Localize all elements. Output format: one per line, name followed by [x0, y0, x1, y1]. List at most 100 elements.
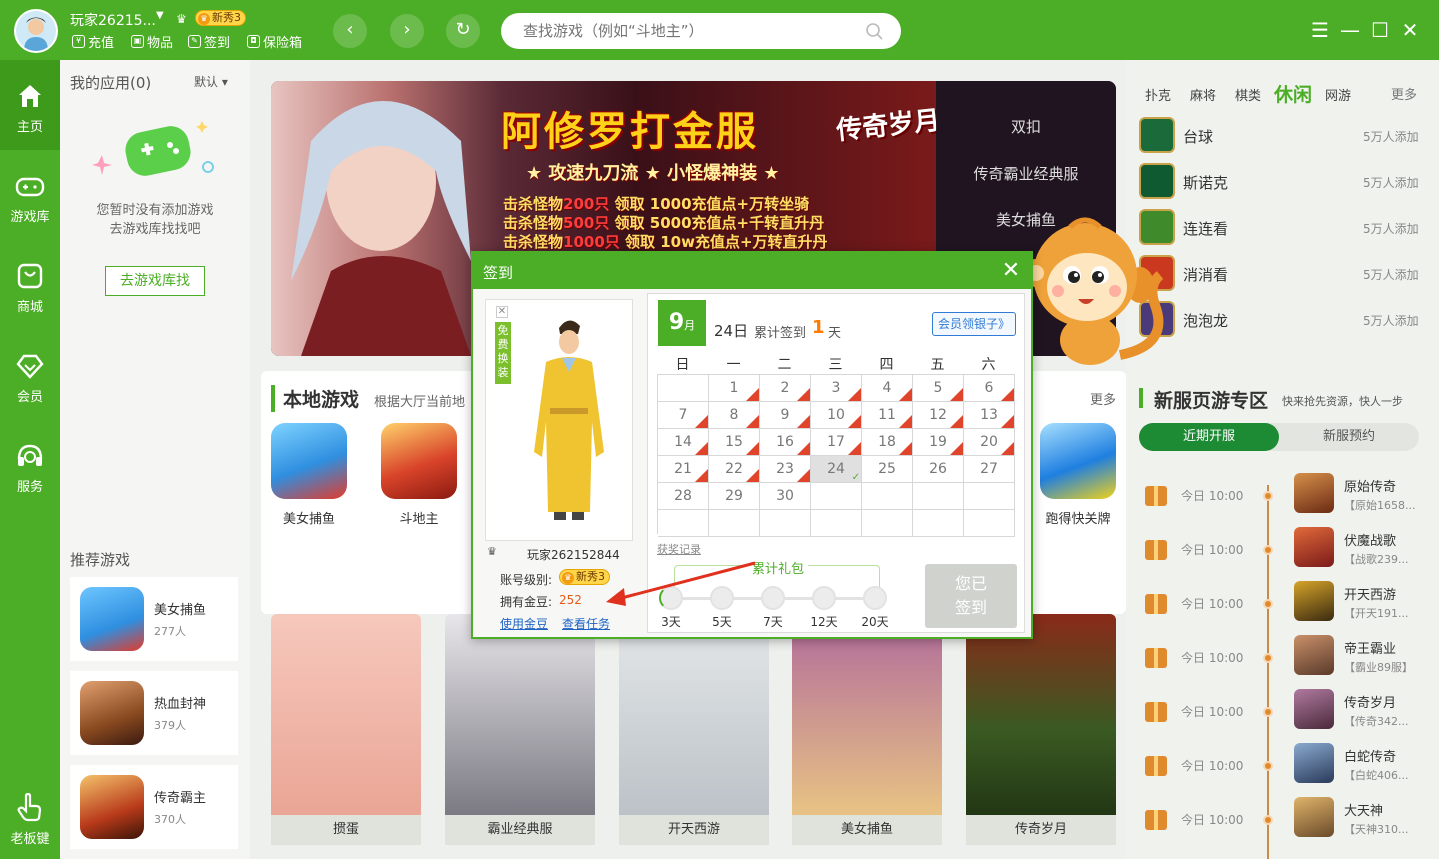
game-name[interactable]: 泡泡龙 — [1183, 310, 1228, 331]
member-silver-button[interactable]: 会员领银子》 — [932, 312, 1016, 336]
category-tab-casual[interactable]: 休闲 — [1274, 80, 1312, 107]
server-row[interactable]: 今日 10:00 开天西游 【开天191... — [1126, 575, 1439, 629]
rec-game-card[interactable]: 传奇霸主 370人 — [70, 765, 238, 849]
banner-list-item[interactable]: 双扣 — [936, 116, 1116, 137]
calendar-day: 26 — [913, 456, 964, 483]
server-row[interactable]: 今日 10:00 帝王霸业 【霸业89服】 — [1126, 629, 1439, 683]
free-outfit-tag[interactable]: 免费换装 — [495, 322, 511, 384]
banner-list-item[interactable]: 传奇霸业经典服 — [936, 163, 1116, 184]
calendar-day[interactable]: 15 — [709, 429, 760, 456]
game-card[interactable]: 掼蛋 — [271, 614, 421, 845]
calendar-day[interactable]: 21 — [658, 456, 709, 483]
sidebar-item-home[interactable]: 主页 — [0, 60, 60, 150]
items-link[interactable]: ▣ 物品 — [131, 32, 173, 51]
server-row[interactable]: 今日 10:00 伏魔战歌 【战歌239... — [1126, 521, 1439, 575]
close-icon[interactable]: ✕ — [1398, 18, 1422, 42]
maximize-icon[interactable]: ☐ — [1368, 18, 1392, 42]
calendar-day[interactable]: 1 — [709, 375, 760, 402]
calendar-day[interactable]: 12 — [913, 402, 964, 429]
gift-icon — [1145, 810, 1167, 830]
use-beans-link[interactable]: 使用金豆 — [500, 615, 548, 632]
beans-label: 拥有金豆: — [500, 595, 553, 609]
sidebar-item-member[interactable]: 会员 — [0, 330, 60, 420]
game-card[interactable]: 霸业经典服 — [445, 614, 595, 845]
sort-dropdown[interactable]: 默认 ▾ — [194, 73, 228, 90]
game-name[interactable]: 台球 — [1183, 126, 1213, 147]
checkin-link[interactable]: ✎ 签到 — [188, 32, 230, 51]
boss-key-button[interactable]: 老板键 — [0, 770, 60, 859]
calendar-day[interactable]: 17 — [811, 429, 862, 456]
calendar-day[interactable]: 23 — [760, 456, 811, 483]
local-game-icon[interactable] — [271, 423, 347, 499]
category-tab-poker[interactable]: 扑克 — [1145, 85, 1171, 104]
banner-line: 击杀怪物200只 领取 1000充值点+万转坐骑 — [503, 193, 809, 214]
view-tasks-link[interactable]: 查看任务 — [562, 615, 610, 632]
calendar-day[interactable]: 3 — [811, 375, 862, 402]
game-name[interactable]: 消消看 — [1183, 264, 1228, 285]
recharge-link[interactable]: ¥ 充值 — [72, 32, 114, 51]
server-row[interactable]: 今日 10:00 白蛇传奇 【白蛇406... — [1126, 737, 1439, 791]
username-dropdown-icon[interactable]: ▼ — [156, 10, 164, 21]
calendar-day[interactable]: 11 — [862, 402, 913, 429]
game-icon[interactable] — [1139, 163, 1175, 199]
game-name[interactable]: 斯诺克 — [1183, 172, 1228, 193]
calendar-day[interactable]: 8 — [709, 402, 760, 429]
server-row[interactable]: 今日 10:00 传奇岁月 【传奇342... — [1126, 683, 1439, 737]
tab-recent-servers[interactable]: 近期开服 — [1139, 423, 1279, 451]
rec-game-card[interactable]: 热血封神 379人 — [70, 671, 238, 755]
accumulated-unit: 天 — [828, 326, 842, 341]
calendar-day[interactable]: 7 — [658, 402, 709, 429]
calendar-day[interactable]: 9 — [760, 402, 811, 429]
server-row[interactable]: 今日 10:00 原始传奇 【原始1658... — [1126, 467, 1439, 521]
local-game-icon[interactable] — [381, 423, 457, 499]
minimize-icon[interactable]: — — [1338, 18, 1362, 42]
sidebar-item-service[interactable]: 服务 — [0, 420, 60, 510]
server-row[interactable]: 今日 10:00 大天神 【天神310... — [1126, 791, 1439, 845]
calendar-day[interactable]: 6 — [964, 375, 1015, 402]
goto-library-button[interactable]: 去游戏库找 — [105, 266, 205, 296]
sidebar-item-library[interactable]: 游戏库 — [0, 150, 60, 240]
search-input[interactable] — [523, 13, 853, 49]
refresh-button[interactable]: ↻ — [446, 14, 480, 48]
forward-button[interactable]: › — [390, 14, 424, 48]
signed-in-button[interactable]: 您已 签到 — [925, 564, 1017, 628]
calendar-empty-cell — [811, 510, 862, 537]
game-card[interactable]: 美女捕鱼 — [792, 614, 942, 845]
calendar-day[interactable]: 2 — [760, 375, 811, 402]
rec-game-card[interactable]: 美女捕鱼 277人 — [70, 577, 238, 661]
calendar-day[interactable]: 4 — [862, 375, 913, 402]
calendar-day[interactable]: 13 — [964, 402, 1015, 429]
calendar-day[interactable]: 22 — [709, 456, 760, 483]
game-icon[interactable] — [1139, 117, 1175, 153]
game-card[interactable]: 传奇岁月 — [966, 614, 1116, 845]
calendar-day[interactable]: 16 — [760, 429, 811, 456]
back-button[interactable]: ‹ — [333, 14, 367, 48]
category-tab-mahjong[interactable]: 麻将 — [1190, 85, 1216, 104]
menu-icon[interactable]: ☰ — [1308, 18, 1332, 42]
tab-reserve-servers[interactable]: 新服预约 — [1279, 423, 1419, 451]
dialog-close-icon[interactable]: ✕ — [999, 258, 1023, 283]
search-icon[interactable] — [865, 22, 883, 40]
gift-milestone-icon[interactable] — [812, 586, 836, 610]
calendar-day[interactable]: 18 — [862, 429, 913, 456]
tag-close-icon[interactable]: ✕ — [496, 306, 508, 318]
calendar-day[interactable]: 14 — [658, 429, 709, 456]
category-tab-chess[interactable]: 棋类 — [1235, 85, 1261, 104]
category-more-link[interactable]: 更多 — [1391, 84, 1417, 103]
user-avatar[interactable] — [14, 9, 58, 53]
local-games-more-link[interactable]: 更多 — [1090, 389, 1116, 408]
username[interactable]: 玩家26215... — [70, 10, 156, 30]
calendar-day[interactable]: 5 — [913, 375, 964, 402]
calendar-day[interactable]: 10 — [811, 402, 862, 429]
category-tab-online[interactable]: 网游 — [1325, 85, 1351, 104]
calendar-day[interactable]: 19 — [913, 429, 964, 456]
game-name[interactable]: 连连看 — [1183, 218, 1228, 239]
gift-milestone-icon[interactable] — [761, 586, 785, 610]
reward-record-link[interactable]: 获奖记录 — [657, 541, 701, 557]
gift-milestone-icon[interactable] — [863, 586, 887, 610]
game-card[interactable]: 开天西游 — [619, 614, 769, 845]
calendar-day[interactable]: 20 — [964, 429, 1015, 456]
sidebar-item-shop[interactable]: 商城 — [0, 240, 60, 330]
local-game-icon[interactable] — [1040, 423, 1116, 499]
safe-link[interactable]: ◘ 保险箱 — [247, 32, 302, 51]
